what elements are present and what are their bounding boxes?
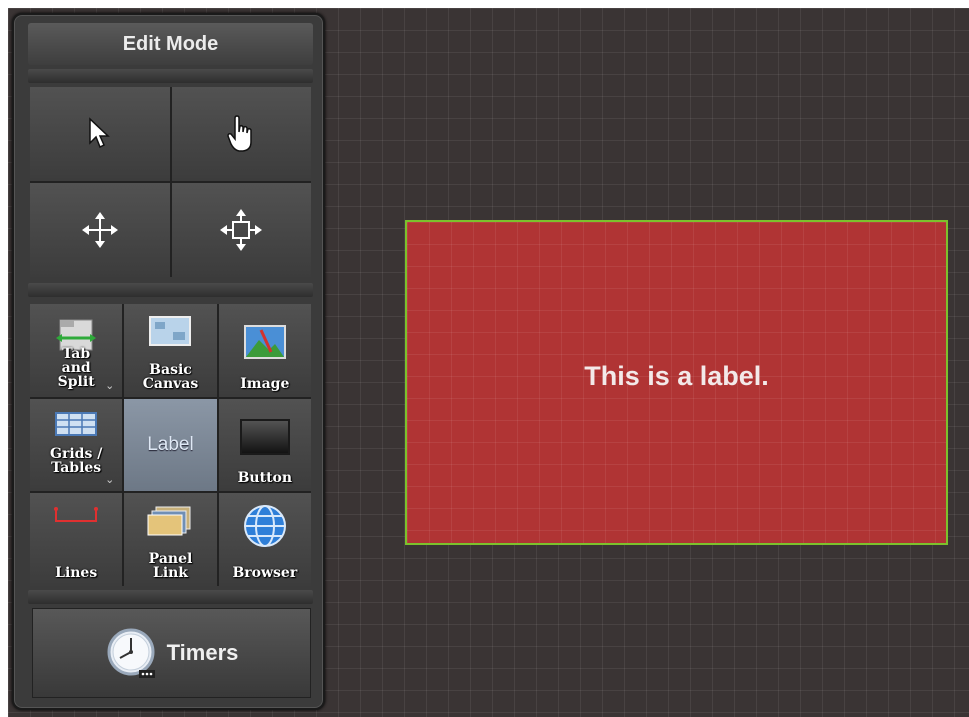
select-tool-button[interactable] (30, 87, 170, 181)
panel-link-label-line: Panel (148, 550, 193, 567)
label-tool-label: Label (147, 433, 194, 455)
image-label: Image (240, 375, 290, 392)
image-icon (243, 325, 286, 359)
label-widget[interactable]: This is a label. (405, 220, 948, 545)
hand-pointer-icon (227, 115, 252, 152)
chevron-down-icon: ⌄ (105, 474, 115, 487)
basic-canvas-label-line: Basic (149, 361, 192, 378)
lines-icon (54, 507, 99, 523)
arrow-pointer-icon (89, 117, 110, 149)
grids-tables-tool[interactable]: Grids / Tables ⌄ (30, 398, 123, 492)
clock-icon (107, 628, 155, 678)
chevron-down-icon: ⌄ (105, 379, 115, 392)
image-tool[interactable]: Image (218, 304, 311, 397)
panel-link-tool[interactable]: Panel Link (124, 493, 217, 586)
tab-split-tool[interactable]: Tab and Split ⌄ (30, 304, 123, 397)
button-label: Button (237, 470, 293, 487)
panel-link-label-line: Link (152, 564, 189, 581)
resize-tool-button[interactable] (171, 183, 311, 277)
label-tool[interactable]: Label (124, 398, 217, 492)
canvas-icon (149, 316, 192, 346)
label-widget-text: This is a label. (584, 361, 769, 391)
lines-label: Lines (55, 564, 98, 581)
button-tool[interactable]: Button (218, 398, 311, 492)
widget-tools-group: Tab and Split ⌄ Basic Canvas Image Grids… (30, 304, 311, 586)
panel-title: Edit Mode (28, 23, 313, 65)
mode-tools-group (30, 87, 311, 277)
panel-link-icon (147, 506, 191, 536)
resize-arrows-icon (220, 209, 263, 251)
browser-tool[interactable]: Browser (218, 493, 311, 586)
tab-split-label-line: and (61, 359, 91, 376)
move-tool-button[interactable] (30, 183, 170, 277)
separator (28, 590, 313, 604)
tab-split-label-line: Tab (62, 345, 91, 362)
browser-label: Browser (232, 564, 298, 581)
edit-mode-panel: Edit Mode Tab and Split ⌄ Basic Canvas I… (12, 13, 325, 710)
button-icon (239, 418, 290, 455)
grid-table-icon (55, 411, 98, 436)
hand-tool-button[interactable] (171, 87, 311, 181)
separator (28, 69, 313, 83)
move-arrows-icon (81, 212, 118, 248)
lines-tool[interactable]: Lines (30, 493, 123, 586)
basic-canvas-label-line: Canvas (142, 375, 199, 392)
basic-canvas-tool[interactable]: Basic Canvas (124, 304, 217, 397)
timers-label: Timers (166, 640, 239, 665)
globe-icon (243, 505, 286, 548)
separator (28, 283, 313, 297)
timers-button[interactable]: Timers (32, 608, 311, 698)
